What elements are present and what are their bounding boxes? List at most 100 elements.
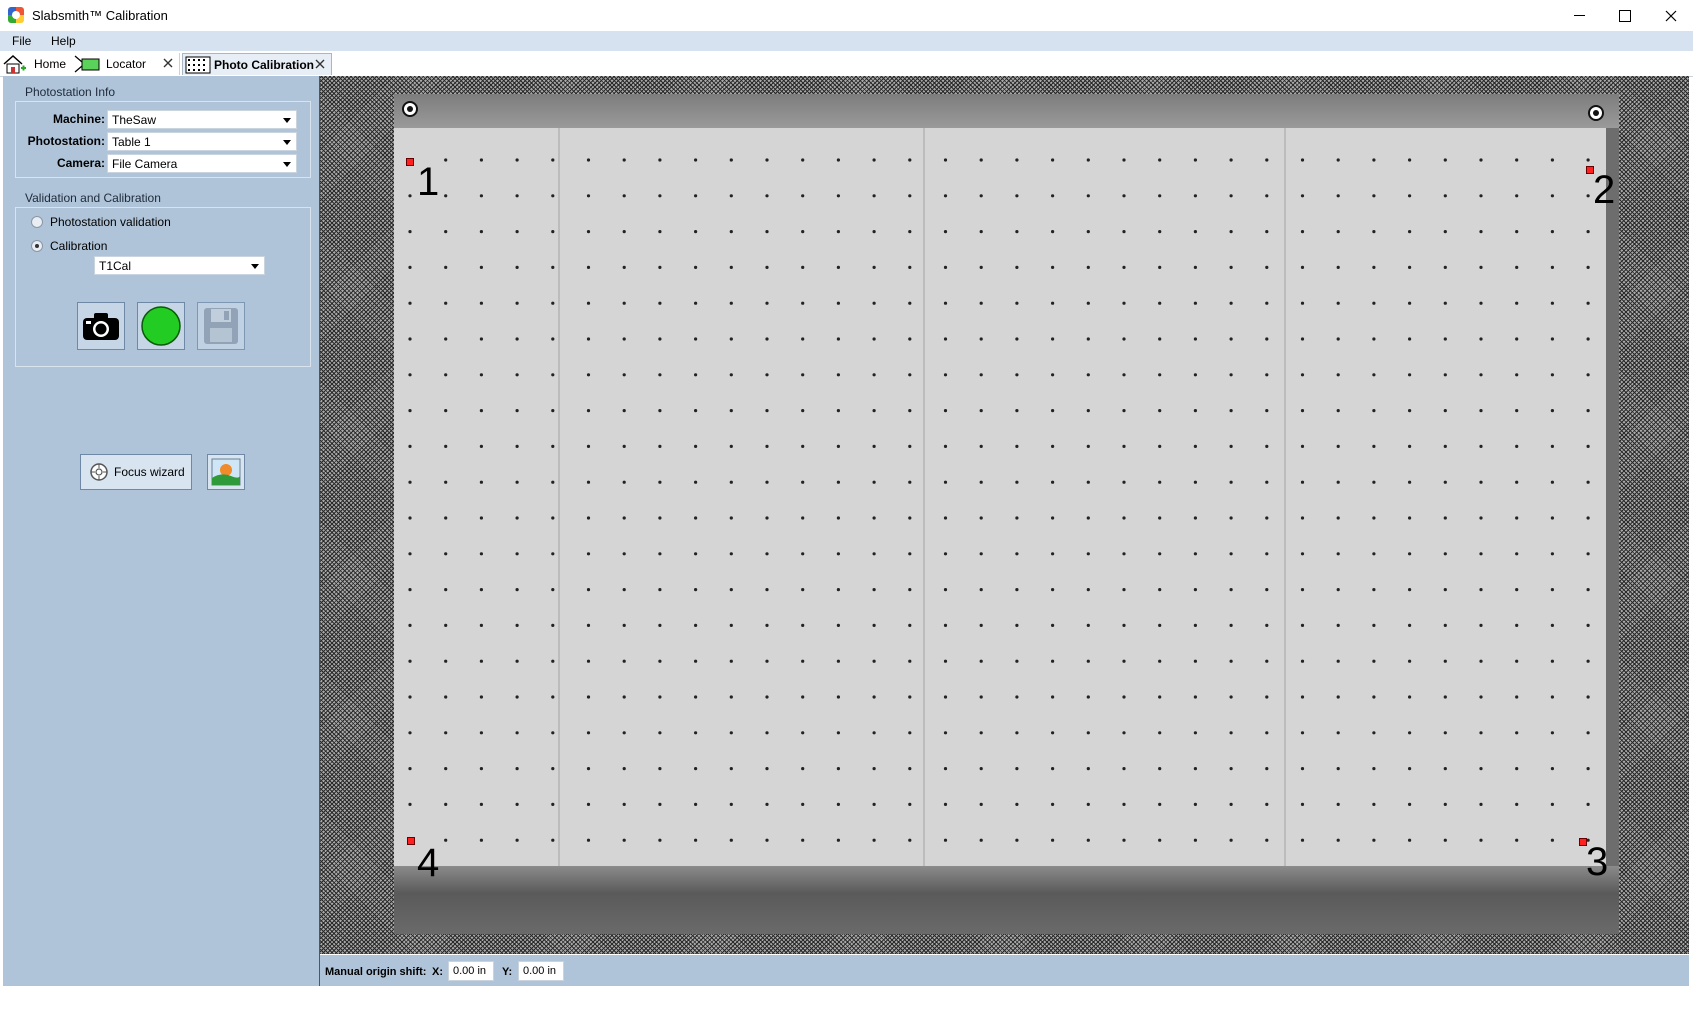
origin-shift-bar: Manual origin shift: X: 0.00 in Y: 0.00 … (320, 955, 1689, 987)
menu-file[interactable]: File (12, 34, 31, 48)
calibration-dot (729, 194, 733, 198)
calibration-dot (908, 337, 912, 341)
calibration-dot (1158, 158, 1162, 162)
calibration-dot (444, 337, 448, 341)
calibration-dot (515, 194, 519, 198)
machine-label: Machine: (52, 112, 105, 126)
calibration-dot (729, 695, 733, 699)
calibration-dot (801, 695, 805, 699)
calibration-dot (1265, 838, 1269, 842)
calibration-dot (1158, 230, 1162, 234)
calibration-dot (1300, 516, 1305, 520)
calibration-dot (1265, 444, 1269, 448)
calibration-dot (1300, 409, 1305, 413)
calibration-dot (1443, 373, 1447, 377)
calibration-dot (908, 409, 912, 413)
tab-photo-calibration-close-icon[interactable] (313, 57, 327, 71)
calibration-image-viewer[interactable]: 1 2 3 4 (320, 76, 1689, 954)
calibration-dot (1515, 158, 1519, 162)
tab-locator[interactable]: Locator (74, 53, 180, 75)
calibration-dot (1515, 301, 1519, 305)
calibration-dot (1336, 444, 1340, 448)
origin-x-input[interactable]: 0.00 in (448, 961, 494, 981)
tab-home[interactable]: Home (2, 53, 72, 75)
calibration-dot (658, 480, 662, 484)
calibration-dot (1443, 802, 1447, 807)
calibration-dot (1586, 194, 1590, 198)
calibration-dot (1515, 230, 1519, 234)
calibration-dot (1051, 659, 1055, 663)
calibration-dot (943, 623, 948, 627)
target-icon[interactable] (1588, 105, 1604, 121)
calibration-dot (908, 480, 912, 484)
calibration-dot (1015, 373, 1019, 377)
calibration-dot (765, 623, 769, 627)
calibration-dot (1586, 301, 1590, 305)
calibration-dot (586, 373, 591, 377)
calibration-dot (658, 230, 662, 234)
calibration-dot (1515, 731, 1519, 735)
calibration-dot (765, 158, 769, 162)
calibration-dot (765, 373, 769, 377)
calibration-dot (515, 659, 519, 663)
run-calibration-button[interactable] (137, 302, 185, 350)
calibration-dot (729, 158, 733, 162)
calibration-dot (1408, 552, 1412, 556)
calibration-dot (729, 265, 733, 269)
view-image-button[interactable] (207, 454, 245, 490)
calibration-dot (1408, 802, 1412, 807)
calibration-dot (1479, 731, 1483, 735)
calibration-dot (765, 838, 769, 842)
calibration-dot (479, 623, 483, 627)
calibration-dot (444, 265, 448, 269)
calibration-dot (1158, 480, 1162, 484)
photostation-validation-label[interactable]: Photostation validation (50, 215, 171, 229)
calibration-dot (1372, 731, 1376, 735)
focus-wizard-button[interactable]: Focus wizard (80, 454, 192, 490)
calibration-dot (479, 409, 483, 413)
machine-select[interactable]: TheSaw (107, 110, 297, 129)
calibration-dot (408, 194, 412, 198)
calibration-dot (1193, 230, 1197, 234)
calibration-dot (515, 767, 519, 771)
calibration-dot (444, 194, 448, 198)
calibration-dot (1265, 516, 1269, 520)
calibration-dot (979, 552, 983, 556)
tab-locator-close-icon[interactable] (161, 56, 175, 70)
calibration-dot (1372, 802, 1376, 807)
corner-marker-1[interactable] (406, 158, 414, 166)
calibration-dot (801, 444, 805, 448)
origin-y-input[interactable]: 0.00 in (518, 961, 564, 981)
calibration-dot (1550, 480, 1554, 484)
close-window-button[interactable] (1648, 0, 1693, 31)
calibration-dot (586, 552, 591, 556)
calibration-dot (1229, 194, 1233, 198)
calibration-dot (1515, 552, 1519, 556)
capture-photo-button[interactable] (77, 302, 125, 350)
camera-select[interactable]: File Camera (107, 154, 297, 173)
tab-photo-calibration[interactable]: Photo Calibration (182, 53, 332, 75)
corner-marker-4[interactable] (407, 837, 415, 845)
calibration-dot (908, 516, 912, 520)
calibration-dot (1586, 552, 1590, 556)
save-calibration-button[interactable] (197, 302, 245, 350)
photostation-select[interactable]: Table 1 (107, 132, 297, 151)
menu-help[interactable]: Help (51, 34, 76, 48)
calibration-dot (1193, 588, 1197, 592)
focus-icon (90, 463, 108, 481)
target-icon[interactable] (402, 101, 418, 117)
calibration-label[interactable]: Calibration (50, 239, 107, 253)
calibration-dot (586, 301, 591, 305)
calibration-dot (622, 552, 626, 556)
calibration-dot (1479, 659, 1483, 663)
maximize-button[interactable] (1602, 0, 1648, 31)
minimize-button[interactable] (1556, 0, 1602, 31)
calibration-dot (979, 695, 983, 699)
calibration-dot (836, 444, 840, 448)
photostation-validation-radio[interactable] (31, 216, 43, 228)
calibration-dot (765, 552, 769, 556)
calibration-dot (586, 444, 591, 448)
calibration-radio[interactable] (31, 240, 43, 252)
calibration-dot (765, 301, 769, 305)
calibration-select[interactable]: T1Cal (94, 256, 265, 275)
